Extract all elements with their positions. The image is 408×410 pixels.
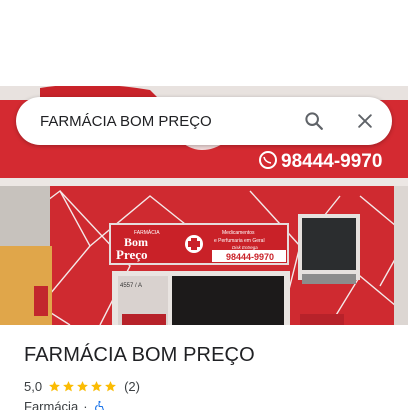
facade-phone-number: 98444-9970 xyxy=(281,151,382,172)
category-row: Farmácia · xyxy=(24,398,106,410)
search-button[interactable] xyxy=(302,109,326,133)
star-icon xyxy=(77,380,88,391)
star-icon xyxy=(63,380,74,391)
sign-brand-word-2: Preço xyxy=(116,247,148,262)
map-top-area xyxy=(0,0,408,86)
star-icon xyxy=(105,380,116,391)
sign-line-2: e Perfumaria em Geral xyxy=(214,238,265,244)
sign-line-3: Disk Entrega xyxy=(232,245,258,250)
review-count[interactable]: (2) xyxy=(124,379,140,394)
star-icon xyxy=(91,380,102,391)
place-title: FARMÁCIA BOM PREÇO xyxy=(24,344,255,366)
pharmacy-cross-icon xyxy=(185,235,203,253)
separator-dot: · xyxy=(83,398,88,410)
sign-phone-number: 98444-9970 xyxy=(226,252,274,262)
search-icon xyxy=(305,112,323,130)
search-input[interactable] xyxy=(40,106,290,136)
star-icon xyxy=(49,380,60,391)
sign-line-1: Medicamentos xyxy=(222,230,255,236)
rating-stars xyxy=(48,380,118,393)
rating-row[interactable]: 5,0 (2) xyxy=(24,378,140,394)
door-number: 4557 / A xyxy=(120,283,142,289)
place-category: Farmácia xyxy=(24,398,79,410)
search-bar xyxy=(16,97,392,145)
rating-value: 5,0 xyxy=(24,378,43,394)
close-icon xyxy=(358,114,372,128)
clear-search-button[interactable] xyxy=(353,109,377,133)
wheelchair-icon xyxy=(94,400,104,410)
store-sign: FARMÁCIA Bom Preço Medicamentos e Perfum… xyxy=(109,223,289,265)
